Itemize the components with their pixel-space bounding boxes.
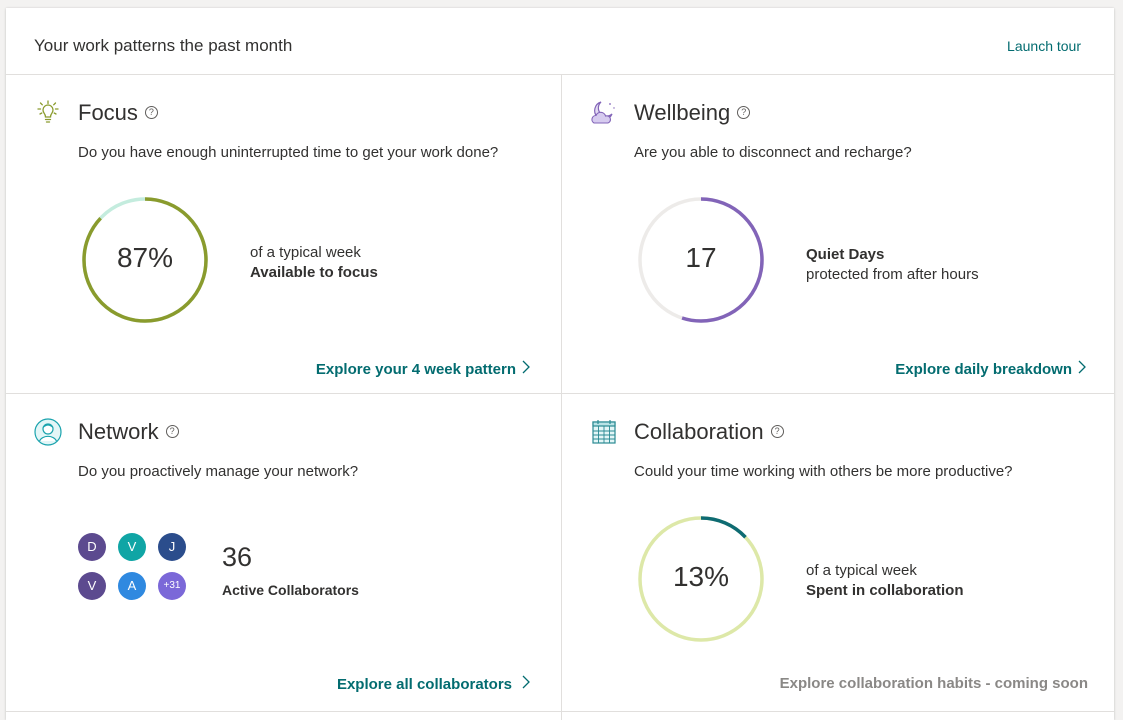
collaboration-title: Collaboration? <box>634 419 784 445</box>
collaboration-description: of a typical week Spent in collaboration <box>806 561 964 601</box>
collaboration-question: Could your time working with others be m… <box>634 463 1013 480</box>
wellbeing-panel: Wellbeing? Are you able to disconnect an… <box>562 75 1116 393</box>
collaborator-avatar[interactable]: J <box>158 533 186 561</box>
moon-cloud-icon <box>588 97 620 129</box>
collaboration-desc-line2: Spent in collaboration <box>806 582 964 599</box>
explore-daily-breakdown-link[interactable]: Explore daily breakdown <box>895 360 1086 378</box>
focus-desc-line2: Available to focus <box>250 264 378 281</box>
person-icon <box>32 416 64 448</box>
focus-question: Do you have enough uninterrupted time to… <box>78 144 499 161</box>
collaboration-percentage: 13% <box>672 561 730 592</box>
network-title: Network? <box>78 419 179 445</box>
explore-collaboration-habits-coming-soon: Explore collaboration habits - coming so… <box>779 675 1088 692</box>
focus-title-text: Focus <box>78 100 138 125</box>
network-question: Do you proactively manage your network? <box>78 463 359 480</box>
network-title-text: Network <box>78 419 159 444</box>
chevron-right-icon <box>522 360 530 378</box>
chevron-right-icon <box>522 675 530 693</box>
network-panel: Network? Do you proactively manage your … <box>6 394 560 711</box>
wellbeing-title: Wellbeing? <box>634 100 751 126</box>
help-icon[interactable]: ? <box>770 425 784 438</box>
focus-desc-line1: of a typical week <box>250 244 361 261</box>
wellbeing-desc-line2: protected from after hours <box>806 266 979 283</box>
focus-percentage: 87% <box>116 242 174 273</box>
wellbeing-link-text: Explore daily breakdown <box>895 361 1072 378</box>
work-patterns-card: Your work patterns the past month Launch… <box>6 8 1114 720</box>
collaborator-avatar[interactable]: +31 <box>158 572 186 600</box>
collaboration-desc-line1: of a typical week <box>806 562 917 579</box>
focus-title: Focus? <box>78 100 158 126</box>
collaborator-avatar[interactable]: V <box>78 572 106 600</box>
focus-link-text: Explore your 4 week pattern <box>315 361 516 378</box>
help-icon[interactable]: ? <box>165 425 179 438</box>
bottom-divider <box>6 711 1114 712</box>
wellbeing-question: Are you able to disconnect and recharge? <box>634 144 912 161</box>
network-link-text: Explore all collaborators <box>336 676 512 693</box>
explore-all-collaborators-link[interactable]: Explore all collaborators <box>337 675 530 693</box>
explore-4-week-pattern-link[interactable]: Explore your 4 week pattern <box>316 360 530 378</box>
collaborator-avatar[interactable]: D <box>78 533 106 561</box>
collaborator-avatar[interactable]: A <box>118 572 146 600</box>
collaboration-title-text: Collaboration <box>634 419 764 444</box>
collaborator-avatar[interactable]: V <box>118 533 146 561</box>
card-title: Your work patterns the past month <box>34 36 293 55</box>
help-icon[interactable]: ? <box>737 106 751 119</box>
active-collaborators-label: Active Collaborators <box>222 582 359 598</box>
focus-description: of a typical week Available to focus <box>250 243 378 283</box>
quiet-days-count: 17 <box>685 242 717 273</box>
card-header: Your work patterns the past month Launch… <box>6 8 1114 75</box>
collaboration-panel: Collaboration? Could your time working w… <box>562 394 1116 711</box>
wellbeing-desc-line1: Quiet Days <box>806 246 885 263</box>
wellbeing-title-text: Wellbeing <box>634 100 731 125</box>
help-icon[interactable]: ? <box>144 106 158 119</box>
focus-panel: Focus? Do you have enough uninterrupted … <box>6 75 560 393</box>
lightbulb-icon <box>32 97 64 129</box>
active-collaborators-count: 36 <box>222 542 253 572</box>
launch-tour-link[interactable]: Launch tour <box>1007 38 1081 54</box>
calendar-icon <box>588 416 620 448</box>
chevron-right-icon <box>1078 360 1086 378</box>
wellbeing-description: Quiet Days protected from after hours <box>806 245 979 285</box>
